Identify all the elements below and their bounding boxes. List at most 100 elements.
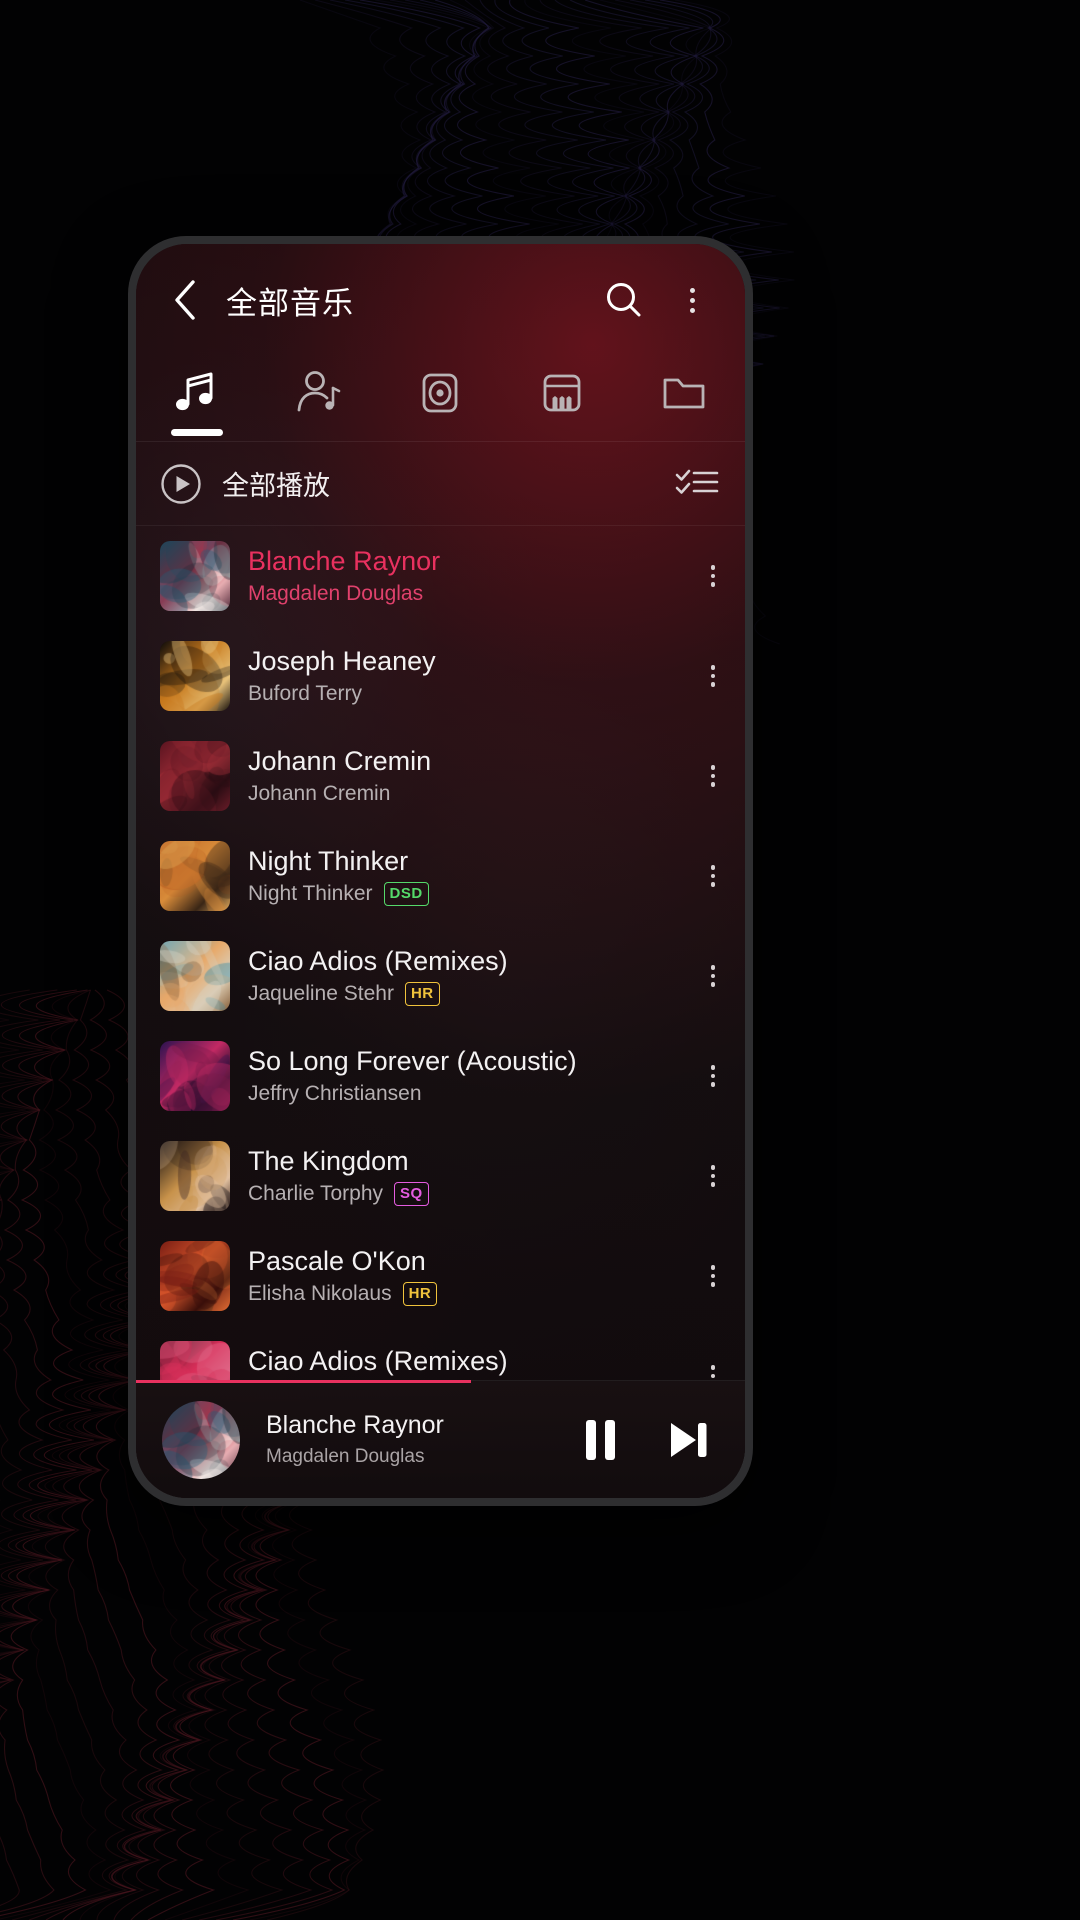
quality-badge: SQ <box>394 1182 429 1207</box>
song-artist: Elisha Nikolaus <box>248 1282 392 1306</box>
song-row[interactable]: Pascale O'Kon Elisha Nikolaus HR <box>136 1226 745 1326</box>
song-subtitle: Jaqueline Stehr HR <box>248 982 685 1007</box>
song-overflow-button[interactable] <box>703 1065 724 1087</box>
app-bar: 全部音乐 <box>136 244 745 356</box>
song-artist: Magdalen Douglas <box>248 582 424 606</box>
song-meta: Blanche Raynor Magdalen Douglas <box>248 546 685 607</box>
mini-player[interactable]: Blanche Raynor Magdalen Douglas <box>136 1380 745 1498</box>
back-button[interactable] <box>158 273 212 327</box>
song-overflow-button[interactable] <box>703 665 724 687</box>
playback-controls <box>573 1413 719 1467</box>
song-artist: Charlie Torphy <box>248 1182 384 1206</box>
tab-active-indicator <box>170 429 223 436</box>
song-meta: Ciao Adios (Remixes) Jaqueline Stehr HR <box>248 946 685 1007</box>
artist-icon <box>297 371 340 412</box>
song-row[interactable]: Ciao Adios (Remixes) Jaqueline Stehr HR <box>136 926 745 1026</box>
song-row[interactable]: Joseph Heaney Buford Terry <box>136 626 745 726</box>
more-vertical-icon <box>689 287 695 313</box>
song-subtitle: Johann Cremin <box>248 782 685 806</box>
song-title: Ciao Adios (Remixes) <box>248 1345 508 1376</box>
song-title: Johann Cremin <box>248 745 432 776</box>
song-artist: Jeffry Christiansen <box>248 1082 422 1106</box>
play-circle-icon <box>161 463 201 504</box>
song-title: Ciao Adios (Remixes) <box>248 945 508 976</box>
overflow-menu-button[interactable] <box>665 273 719 327</box>
song-overflow-button[interactable] <box>703 1265 724 1287</box>
next-track-button[interactable] <box>661 1413 715 1467</box>
song-overflow-button[interactable] <box>703 1165 724 1187</box>
song-row[interactable]: Johann Cremin Johann Cremin <box>136 726 745 826</box>
song-row[interactable]: Ciao Adios (Remixes)Willis Osinski <box>136 1326 745 1380</box>
song-meta: So Long Forever (Acoustic) Jeffry Christi… <box>248 1046 685 1107</box>
album-disc-icon <box>423 373 458 413</box>
phone-screen: 全部音乐 全部播放 Blanche Raynor Magdalen Dougla… <box>136 244 745 1498</box>
pause-button[interactable] <box>573 1413 627 1467</box>
song-meta: Night Thinker Night Thinker DSD <box>248 846 685 907</box>
tab-albums[interactable] <box>384 358 496 442</box>
song-album-art <box>160 1041 230 1111</box>
search-icon <box>607 283 641 317</box>
song-subtitle: Buford Terry <box>248 682 685 706</box>
song-album-art <box>160 1141 230 1211</box>
play-all-row[interactable]: 全部播放 <box>136 442 745 526</box>
song-meta: Johann Cremin Johann Cremin <box>248 746 685 807</box>
song-album-art <box>160 641 230 711</box>
song-meta: The Kingdom Charlie Torphy SQ <box>248 1146 685 1207</box>
chevron-left-icon <box>175 280 195 320</box>
song-subtitle: Night Thinker DSD <box>248 882 685 907</box>
song-overflow-button[interactable] <box>703 965 724 987</box>
piano-keys-icon <box>543 374 581 412</box>
song-row[interactable]: So Long Forever (Acoustic) Jeffry Christi… <box>136 1026 745 1126</box>
tab-genres[interactable] <box>506 358 618 442</box>
music-note-icon <box>175 372 213 411</box>
song-overflow-button[interactable] <box>703 765 724 787</box>
tab-artists[interactable] <box>263 358 375 442</box>
song-album-art <box>160 1341 230 1380</box>
mini-player-artist: Magdalen Douglas <box>266 1446 425 1467</box>
search-button[interactable] <box>597 273 651 327</box>
song-overflow-button[interactable] <box>703 1365 724 1380</box>
song-title: The Kingdom <box>248 1145 409 1176</box>
song-overflow-button[interactable] <box>703 565 724 587</box>
song-row[interactable]: Blanche Raynor Magdalen Douglas <box>136 526 745 626</box>
song-row[interactable]: Night Thinker Night Thinker DSD <box>136 826 745 926</box>
tab-folders[interactable] <box>628 358 740 442</box>
folder-icon <box>663 378 705 409</box>
mini-player-album-art[interactable] <box>162 1400 240 1479</box>
song-subtitle: Magdalen Douglas <box>248 582 685 606</box>
song-album-art <box>160 941 230 1011</box>
song-title: So Long Forever (Acoustic) <box>248 1045 577 1076</box>
song-album-art <box>160 1241 230 1311</box>
quality-badge: DSD <box>383 882 429 907</box>
mini-player-meta: Blanche Raynor Magdalen Douglas <box>262 1411 551 1468</box>
song-subtitle: Jeffry Christiansen <box>248 1082 685 1106</box>
song-meta: Ciao Adios (Remixes)Willis Osinski <box>248 1346 685 1381</box>
song-meta: Pascale O'Kon Elisha Nikolaus HR <box>248 1246 685 1307</box>
tab-songs[interactable] <box>141 358 253 442</box>
song-title: Night Thinker <box>248 845 409 876</box>
page-title: 全部音乐 <box>226 285 354 321</box>
song-title: Blanche Raynor <box>248 545 441 576</box>
quality-badge: HR <box>404 982 440 1007</box>
song-artist: Jaqueline Stehr <box>248 982 394 1006</box>
pause-icon <box>585 1419 615 1460</box>
song-title: Joseph Heaney <box>248 645 436 676</box>
song-album-art <box>160 541 230 611</box>
playback-progress-bar[interactable] <box>136 1380 471 1383</box>
song-meta: Joseph Heaney Buford Terry <box>248 646 685 707</box>
quality-badge: HR <box>402 1282 438 1307</box>
song-row[interactable]: The Kingdom Charlie Torphy SQ <box>136 1126 745 1226</box>
song-artist: Buford Terry <box>248 682 362 706</box>
phone-device: 全部音乐 全部播放 Blanche Raynor Magdalen Dougla… <box>128 236 753 1506</box>
play-all-label: 全部播放 <box>222 471 330 501</box>
song-list[interactable]: Blanche Raynor Magdalen Douglas Joseph Hea… <box>136 526 745 1380</box>
song-artist: Johann Cremin <box>248 782 391 806</box>
tab-bar <box>136 356 745 442</box>
song-album-art <box>160 741 230 811</box>
checklist-icon[interactable] <box>675 467 719 501</box>
music-app: 全部音乐 全部播放 Blanche Raynor Magdalen Dougla… <box>136 244 745 1498</box>
mini-player-title: Blanche Raynor <box>266 1411 444 1439</box>
song-subtitle: Charlie Torphy SQ <box>248 1182 685 1207</box>
song-overflow-button[interactable] <box>703 865 724 887</box>
skip-next-icon <box>671 1422 707 1457</box>
